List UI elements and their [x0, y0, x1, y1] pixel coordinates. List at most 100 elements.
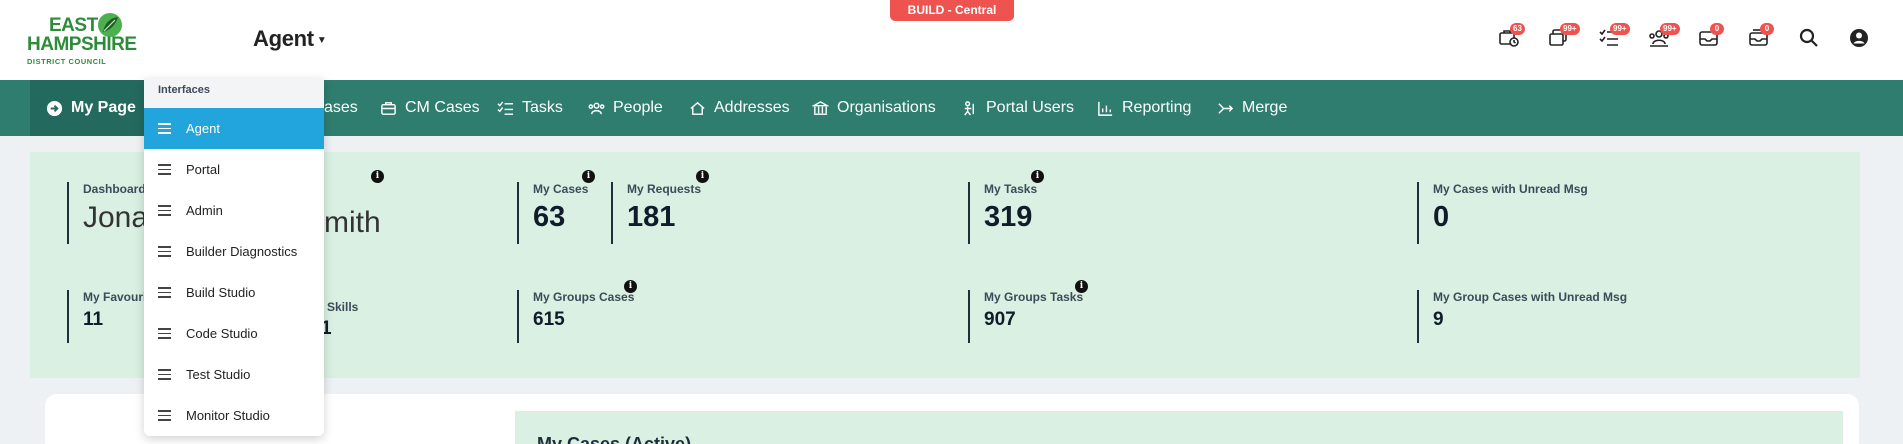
cases-card-header — [515, 411, 1843, 444]
interface-option-admin[interactable]: Admin — [144, 190, 324, 231]
interface-option-portal[interactable]: Portal — [144, 149, 324, 190]
cases-card-title: My Cases (Active) — [537, 434, 692, 444]
interface-switcher[interactable]: Agent ▼ — [253, 26, 327, 52]
metric-skills-label: Skills — [327, 300, 359, 314]
metric-value: 319 — [984, 201, 1033, 233]
interface-option-test-studio[interactable]: Test Studio — [144, 354, 324, 395]
info-icon[interactable]: i — [1031, 170, 1044, 183]
nav-label: My Page — [71, 99, 136, 116]
info-icon[interactable]: i — [1075, 280, 1088, 293]
info-icon[interactable]: i — [696, 170, 709, 183]
group-users-icon[interactable]: 99+ — [1646, 23, 1680, 50]
badge: 0 — [1710, 23, 1724, 35]
nav-people[interactable]: People — [588, 80, 663, 136]
group-inbox-icon[interactable]: 0 — [1746, 23, 1774, 50]
tasks-list-icon[interactable]: 99+ — [1596, 23, 1630, 50]
info-icon[interactable]: i — [371, 170, 384, 183]
metric-value: 181 — [627, 201, 676, 233]
option-label: Test Studio — [186, 367, 251, 382]
menu-icon — [158, 410, 171, 421]
nav-organisations[interactable]: Organisations — [812, 80, 936, 136]
portal-user-icon — [964, 100, 974, 116]
menu-icon — [158, 287, 171, 298]
user-account-icon[interactable] — [1846, 26, 1872, 50]
nav-my-page[interactable]: My Page — [30, 80, 152, 136]
option-label: Agent — [186, 121, 220, 136]
user-greeting: Dashboard Jona — [67, 182, 148, 244]
option-label: Code Studio — [186, 326, 258, 341]
home-icon — [690, 101, 705, 115]
info-icon[interactable]: i — [624, 280, 637, 293]
metric-label: My Groups Cases — [533, 290, 635, 304]
metric-group-unread[interactable]: My Group Cases with Unread Msg 9 — [1417, 290, 1627, 343]
cases-clock-icon[interactable]: 63 — [1496, 23, 1525, 50]
interface-option-builder-diagnostics[interactable]: Builder Diagnostics — [144, 231, 324, 272]
dropdown-heading: Interfaces — [144, 78, 324, 108]
council-logo[interactable]: EAST HAMPSHIRE DISTRICT COUNCIL — [27, 12, 137, 70]
metric-value: 0 — [1433, 201, 1450, 233]
menu-icon — [158, 328, 171, 339]
metric-label: My Requests — [627, 182, 702, 196]
option-label: Monitor Studio — [186, 408, 270, 423]
metric-value: 615 — [533, 309, 565, 330]
search-icon[interactable] — [1796, 26, 1822, 50]
user-name: Jona — [83, 201, 149, 234]
badge: 0 — [1760, 23, 1774, 35]
nav-cases[interactable]: ases — [324, 80, 358, 136]
logo-line-3: DISTRICT COUNCIL — [27, 57, 107, 66]
arrow-circle-icon — [46, 100, 63, 116]
metric-my-requests[interactable]: My Requests 181 — [611, 182, 701, 244]
nav-label: Reporting — [1122, 99, 1192, 116]
metric-my-unread[interactable]: My Cases with Unread Msg 0 — [1417, 182, 1588, 244]
metric-label: My Groups Tasks — [984, 290, 1084, 304]
nav-label: People — [613, 99, 663, 116]
nav-label: Organisations — [837, 99, 936, 116]
inbox-icon[interactable]: 0 — [1696, 23, 1724, 50]
caret-down-icon: ▼ — [316, 34, 327, 46]
metric-label: My Favouri — [83, 290, 147, 304]
interface-option-build-studio[interactable]: Build Studio — [144, 272, 324, 313]
info-icon[interactable]: i — [582, 170, 595, 183]
nav-label: Tasks — [522, 99, 563, 116]
metric-my-tasks[interactable]: My Tasks 319 — [968, 182, 1037, 244]
metric-my-cases[interactable]: My Cases 63 — [517, 182, 588, 244]
windows-icon[interactable]: 99+ — [1546, 23, 1580, 50]
nav-cm-cases[interactable]: CM Cases — [380, 80, 480, 136]
metric-label: My Group Cases with Unread Msg — [1433, 290, 1628, 304]
menu-icon — [158, 246, 171, 257]
chart-icon — [1098, 101, 1113, 116]
nav-portal-users[interactable]: Portal Users — [961, 80, 1074, 136]
nav-label: Merge — [1242, 99, 1288, 116]
metric-label: My Tasks — [984, 182, 1038, 196]
metric-group-tasks[interactable]: My Groups Tasks 907 — [968, 290, 1083, 343]
badge: 99+ — [1560, 23, 1580, 35]
nav-addresses[interactable]: Addresses — [689, 80, 790, 136]
nav-merge[interactable]: Merge — [1217, 80, 1287, 136]
nav-label: Addresses — [714, 99, 790, 116]
metric-value: 9 — [1433, 309, 1444, 330]
metric-label: My Cases — [533, 182, 589, 196]
nav-label: ases — [324, 99, 358, 116]
people-icon — [588, 102, 605, 114]
environment-badge: BUILD - Central — [890, 0, 1014, 21]
interface-option-agent[interactable]: Agent — [144, 108, 324, 149]
nav-reporting[interactable]: Reporting — [1097, 80, 1191, 136]
nav-tasks[interactable]: Tasks — [497, 80, 563, 136]
metric-group-cases[interactable]: My Groups Cases 615 — [517, 290, 634, 343]
badge: 99+ — [1660, 23, 1680, 35]
logo-line-2: HAMPSHIRE — [27, 34, 137, 55]
metric-my-favourites[interactable]: My Favouri 11 — [67, 290, 146, 343]
option-label: Build Studio — [186, 285, 256, 300]
metric-label: Dashboard — [83, 182, 146, 196]
menu-icon — [158, 205, 171, 216]
interface-option-code-studio[interactable]: Code Studio — [144, 313, 324, 354]
metric-value: 63 — [533, 201, 566, 233]
interface-option-monitor-studio[interactable]: Monitor Studio — [144, 395, 324, 436]
nav-label: CM Cases — [405, 99, 480, 116]
metric-value: 907 — [984, 309, 1016, 330]
badge: 99+ — [1610, 23, 1630, 35]
option-label: Builder Diagnostics — [186, 244, 298, 259]
nav-label: Portal Users — [986, 99, 1075, 116]
tasks-icon — [497, 100, 514, 115]
merge-icon — [1218, 102, 1234, 114]
